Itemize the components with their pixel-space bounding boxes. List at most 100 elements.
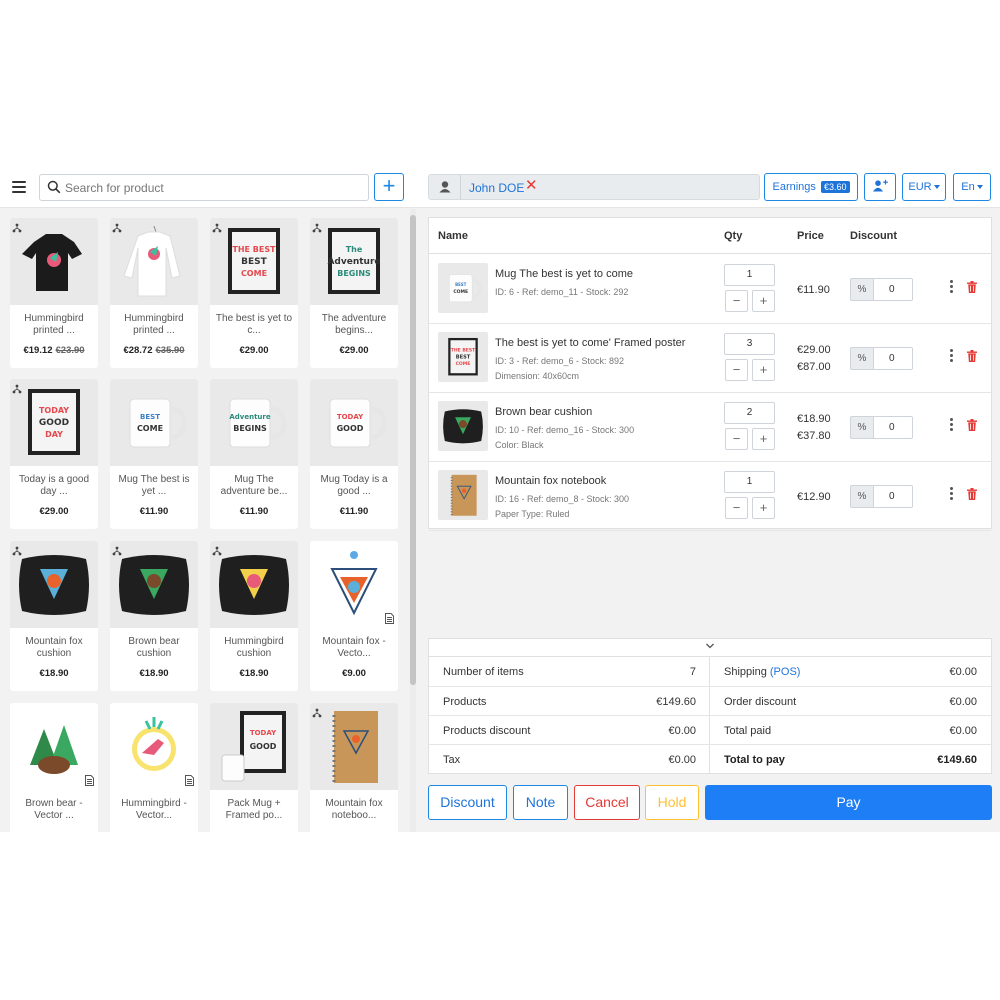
discount-type-button[interactable]: % <box>850 347 874 370</box>
unit-price: €18.90 <box>797 413 831 425</box>
pay-button[interactable]: Pay <box>705 785 992 820</box>
price-current: €29.00 <box>39 506 69 517</box>
customer-selector[interactable]: John DOE ✕ <box>428 174 760 200</box>
product-card[interactable]: Mountain fox cushion €18.90 <box>10 541 98 691</box>
summary-label: Shipping (POS) <box>724 666 801 678</box>
product-grid-scrollbar[interactable] <box>410 209 416 832</box>
quantity-input[interactable]: 2 <box>724 402 775 424</box>
product-card[interactable]: Adventure BEGINS Mug The adventure be... €1… <box>210 379 298 529</box>
quantity-input[interactable]: 1 <box>724 471 775 493</box>
cancel-button[interactable]: Cancel <box>574 785 640 820</box>
add-customer-button[interactable] <box>864 173 896 201</box>
product-card[interactable]: The Adventure BEGINS The adventure begins..… <box>310 218 398 368</box>
increase-qty-button[interactable]: + <box>752 359 775 381</box>
add-product-button[interactable]: + <box>374 173 404 201</box>
discount-type-button[interactable]: % <box>850 416 874 439</box>
price-current: €28.72 <box>123 345 153 356</box>
product-price: €11.90 <box>312 506 396 517</box>
summary-line: Shipping (POS) €0.00 <box>710 657 991 686</box>
product-card[interactable]: Mountain fox noteboo... <box>310 703 398 832</box>
chevron-down-icon <box>706 643 714 649</box>
summary-label: Total paid <box>724 725 772 737</box>
svg-text:THE BEST: THE BEST <box>451 348 476 354</box>
variants-icon <box>112 220 122 233</box>
decrease-qty-button[interactable]: − <box>725 497 748 519</box>
product-card[interactable]: TODAY GOOD Mug Today is a good ... €11.90 <box>310 379 398 529</box>
svg-text:Adventure: Adventure <box>229 413 271 421</box>
summary-label: Total to pay <box>724 754 785 766</box>
earnings-button[interactable]: Earnings €3.60 <box>764 173 858 201</box>
order-summary: Number of items 7 Products €149.60 Products … <box>428 638 992 774</box>
discount-type-button[interactable]: % <box>850 485 874 508</box>
menu-icon[interactable] <box>12 181 26 193</box>
product-price: €11.90 <box>112 506 196 517</box>
more-options-icon[interactable] <box>948 418 954 434</box>
discount-input[interactable]: 0 <box>873 485 913 508</box>
discount-input[interactable]: 0 <box>873 278 913 301</box>
product-search-bar: + <box>0 170 418 208</box>
increase-qty-button[interactable]: + <box>752 290 775 312</box>
cart-item-price: €11.90 <box>797 282 830 299</box>
quantity-input[interactable]: 1 <box>724 264 775 286</box>
remove-customer-icon[interactable]: ✕ <box>525 178 538 194</box>
add-user-icon <box>873 179 888 192</box>
discount-type-button[interactable]: % <box>850 278 874 301</box>
price-old: €23.90 <box>55 345 85 356</box>
svg-text:COME: COME <box>453 289 468 295</box>
product-name: Hummingbird cushion <box>224 636 284 659</box>
product-name: The adventure begins... <box>321 313 387 336</box>
discount-button[interactable]: Discount <box>428 785 507 820</box>
product-card[interactable]: Hummingbird cushion €18.90 <box>210 541 298 691</box>
language-dropdown[interactable]: En <box>953 173 991 201</box>
virtual-file-icon <box>385 611 394 624</box>
delete-icon[interactable] <box>967 280 977 293</box>
delete-icon[interactable] <box>967 487 977 500</box>
product-card[interactable]: THE BEST BEST COME The best is yet to c... €… <box>210 218 298 368</box>
cart-item-meta: ID: 3 - Ref: demo_6 - Stock: 892 Dimensio… <box>495 354 624 384</box>
delete-icon[interactable] <box>967 418 977 431</box>
product-image: Adventure BEGINS <box>210 379 298 466</box>
summary-value: €0.00 <box>949 725 977 737</box>
price-old: €35.90 <box>155 345 185 356</box>
product-card[interactable]: Brown bear cushion €18.90 <box>110 541 198 691</box>
language-label: En <box>961 181 975 193</box>
more-options-icon[interactable] <box>948 349 954 365</box>
product-card[interactable]: Brown bear - Vector ... <box>10 703 98 832</box>
product-card[interactable]: BEST COME Mug The best is yet ... €11.90 <box>110 379 198 529</box>
svg-text:COME: COME <box>241 269 267 278</box>
increase-qty-button[interactable]: + <box>752 497 775 519</box>
decrease-qty-button[interactable]: − <box>725 290 748 312</box>
summary-toggle[interactable] <box>429 639 991 657</box>
increase-qty-button[interactable]: + <box>752 428 775 450</box>
cart-toolbar: John DOE ✕ Earnings €3.60 EUR En <box>418 170 1000 208</box>
search-input[interactable] <box>65 177 365 198</box>
svg-text:Adventure: Adventure <box>327 257 380 267</box>
quantity-input[interactable]: 3 <box>724 333 775 355</box>
product-card[interactable]: Hummingbird printed ... €28.72 €35.90 <box>110 218 198 368</box>
variants-icon <box>12 220 22 233</box>
note-button[interactable]: Note <box>513 785 568 820</box>
product-card[interactable]: TODAY GOOD DAY Today is a good day ... €29.0… <box>10 379 98 529</box>
decrease-qty-button[interactable]: − <box>725 428 748 450</box>
product-price: €18.90 <box>212 668 296 679</box>
customer-name[interactable]: John DOE <box>469 181 524 195</box>
virtual-file-icon <box>85 773 94 786</box>
scrollbar-thumb[interactable] <box>410 215 416 685</box>
more-options-icon[interactable] <box>948 487 954 503</box>
summary-value: €0.00 <box>949 666 977 678</box>
summary-line: Total paid €0.00 <box>710 715 991 744</box>
line-total: €87.00 <box>797 361 831 373</box>
discount-input[interactable]: 0 <box>873 416 913 439</box>
product-card[interactable]: Mountain fox - Vecto... €9.00 <box>310 541 398 691</box>
more-options-icon[interactable] <box>948 280 954 296</box>
hold-button[interactable]: Hold <box>645 785 699 820</box>
product-card[interactable]: Hummingbird - Vector... <box>110 703 198 832</box>
product-card[interactable]: TODAY GOOD Pack Mug + Framed po... <box>210 703 298 832</box>
currency-dropdown[interactable]: EUR <box>902 173 946 201</box>
product-card[interactable]: Hummingbird printed ... €19.12 €23.90 <box>10 218 98 368</box>
delete-icon[interactable] <box>967 349 977 362</box>
summary-value: €0.00 <box>668 725 696 737</box>
discount-input[interactable]: 0 <box>873 347 913 370</box>
search-box[interactable] <box>39 174 369 201</box>
decrease-qty-button[interactable]: − <box>725 359 748 381</box>
